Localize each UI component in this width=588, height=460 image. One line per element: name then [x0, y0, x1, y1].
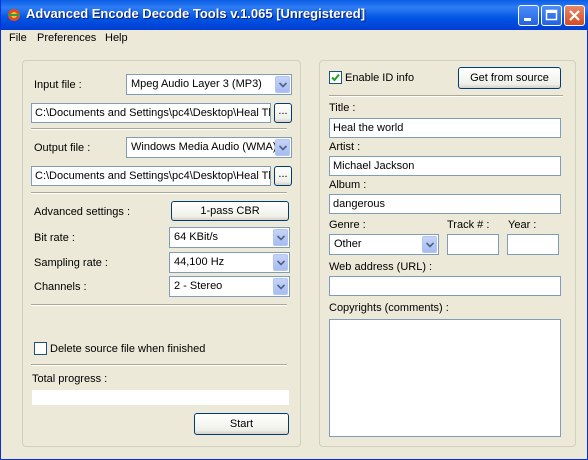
- bitrate-select[interactable]: 64 KBit/s: [169, 227, 290, 248]
- progress-bar: [31, 389, 290, 406]
- output-path-value: C:\Documents and Settings\pc4\Desktop\He…: [35, 170, 270, 182]
- get-from-source-button[interactable]: Get from source: [458, 67, 561, 89]
- title-label: Title :: [329, 102, 356, 114]
- sampling-rate-select[interactable]: 44,100 Hz: [169, 252, 290, 273]
- bitrate-value: 64 KBit/s: [174, 231, 219, 243]
- separator: [31, 192, 287, 194]
- close-icon: [569, 10, 580, 21]
- chevron-down-icon: [422, 236, 437, 253]
- close-button[interactable]: [564, 5, 585, 26]
- album-field[interactable]: dangerous: [329, 194, 561, 214]
- separator: [329, 95, 563, 97]
- menu-bar: File Preferences Help: [1, 30, 587, 47]
- menu-preferences[interactable]: Preferences: [37, 32, 96, 44]
- sampling-rate-value: 44,100 Hz: [174, 256, 225, 268]
- artist-label: Artist :: [329, 141, 361, 153]
- input-path-field[interactable]: C:\Documents and Settings\pc4\Desktop\He…: [31, 103, 271, 123]
- genre-value: Other: [334, 238, 362, 250]
- title-field[interactable]: Heal the world: [329, 118, 561, 138]
- output-path-field[interactable]: C:\Documents and Settings\pc4\Desktop\He…: [31, 166, 271, 186]
- advanced-settings-button[interactable]: 1-pass CBR: [171, 201, 289, 221]
- chevron-down-icon: [275, 76, 290, 93]
- year-field[interactable]: [507, 234, 559, 255]
- copyright-label: Copyrights (comments) :: [329, 302, 449, 314]
- app-window: Advanced Encode Decode Tools v.1.065 [Un…: [0, 0, 588, 460]
- delete-source-label: Delete source file when finished: [50, 343, 206, 355]
- track-label: Track # :: [447, 219, 490, 231]
- maximize-button[interactable]: [541, 5, 562, 26]
- advanced-settings-label: Advanced settings :: [34, 206, 131, 218]
- genre-select[interactable]: Other: [329, 234, 439, 255]
- url-label: Web address (URL) :: [329, 261, 433, 273]
- separator: [31, 304, 287, 306]
- window-title: Advanced Encode Decode Tools v.1.065 [Un…: [26, 6, 366, 21]
- minimize-button[interactable]: [518, 5, 539, 26]
- start-button[interactable]: Start: [194, 413, 289, 435]
- output-browse-button[interactable]: ...: [274, 166, 292, 186]
- input-file-label: Input file :: [34, 79, 82, 91]
- maximize-icon: [545, 9, 558, 21]
- input-browse-button[interactable]: ...: [274, 103, 292, 123]
- checkmark-icon: [331, 73, 340, 82]
- artist-value: Michael Jackson: [333, 160, 415, 172]
- title-bar[interactable]: Advanced Encode Decode Tools v.1.065 [Un…: [1, 0, 588, 30]
- output-format-value: Windows Media Audio (WMA): [131, 141, 277, 153]
- title-value: Heal the world: [333, 122, 404, 134]
- sampling-rate-label: Sampling rate :: [34, 257, 108, 269]
- channels-select[interactable]: 2 - Stereo: [169, 276, 290, 297]
- separator: [31, 364, 287, 366]
- genre-label: Genre :: [329, 219, 366, 231]
- total-progress-label: Total progress :: [32, 373, 108, 385]
- track-field[interactable]: [447, 234, 499, 255]
- channels-value: 2 - Stereo: [174, 280, 223, 292]
- url-field[interactable]: [329, 276, 561, 296]
- input-format-select[interactable]: Mpeg Audio Layer 3 (MP3): [126, 74, 292, 95]
- year-label: Year :: [508, 219, 537, 231]
- chevron-down-icon: [273, 229, 288, 246]
- menu-file[interactable]: File: [9, 32, 27, 44]
- separator: [31, 128, 287, 130]
- channels-label: Channels :: [34, 281, 87, 293]
- input-format-value: Mpeg Audio Layer 3 (MP3): [131, 78, 262, 90]
- chevron-down-icon: [273, 278, 288, 295]
- output-format-select[interactable]: Windows Media Audio (WMA): [126, 137, 292, 158]
- enable-id-info-label: Enable ID info: [345, 72, 415, 84]
- output-file-label: Output file :: [34, 142, 91, 154]
- chevron-down-icon: [273, 254, 288, 271]
- bitrate-label: Bit rate :: [34, 232, 75, 244]
- chevron-down-icon: [275, 139, 290, 156]
- minimize-icon: [524, 18, 531, 21]
- app-icon: [8, 9, 20, 21]
- artist-field[interactable]: Michael Jackson: [329, 156, 561, 176]
- menu-help[interactable]: Help: [105, 32, 128, 44]
- enable-id-info-checkbox[interactable]: [329, 71, 342, 84]
- delete-source-checkbox[interactable]: [34, 342, 47, 355]
- album-value: dangerous: [333, 198, 385, 210]
- album-label: Album :: [329, 179, 367, 191]
- input-path-value: C:\Documents and Settings\pc4\Desktop\He…: [35, 107, 270, 119]
- copyright-field[interactable]: [329, 319, 561, 437]
